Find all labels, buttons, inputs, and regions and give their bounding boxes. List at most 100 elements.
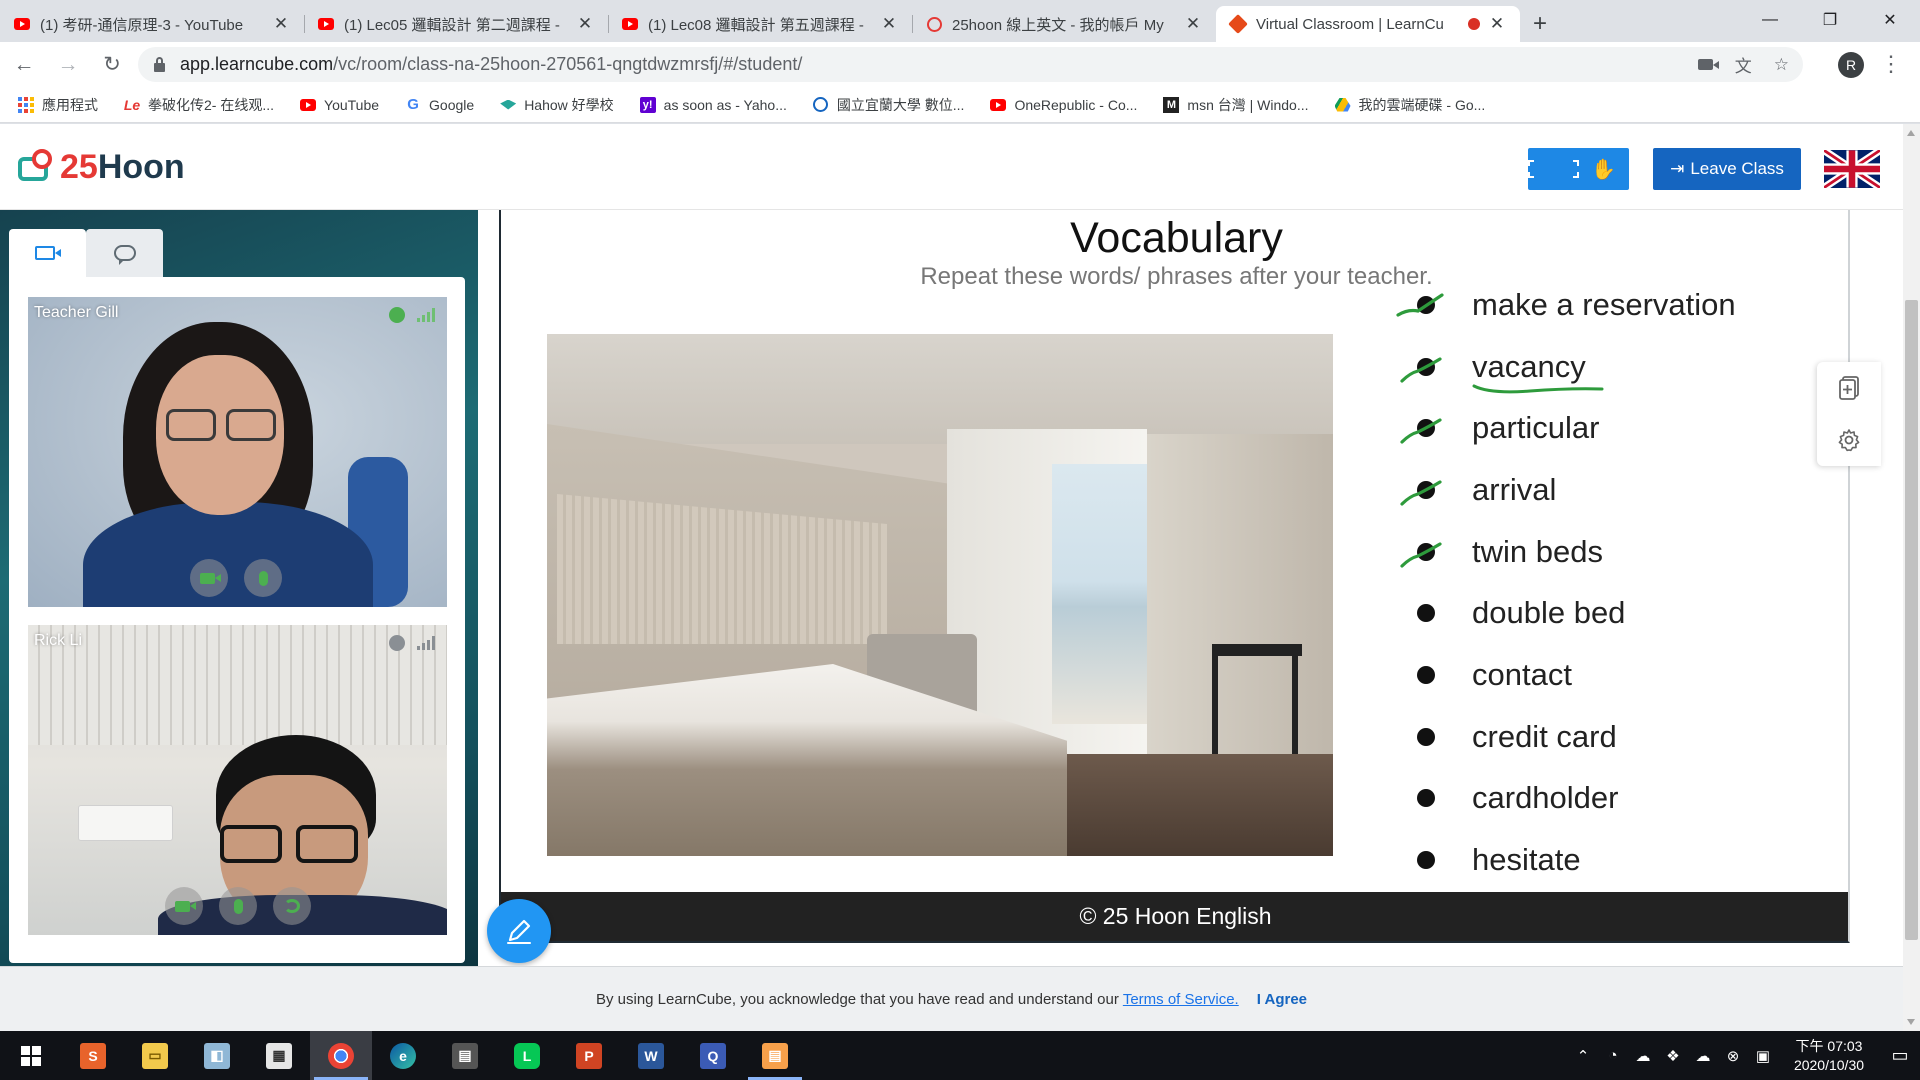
scroll-down-icon[interactable] [1907, 1019, 1915, 1025]
more-menu-icon[interactable]: ⋮ [1880, 50, 1902, 78]
bookmark-item[interactable]: OneRepublic - Co... [990, 97, 1137, 113]
bookmark-item[interactable]: Le 拳破化传2- 在线观... [124, 95, 274, 115]
profile-avatar[interactable]: R [1838, 52, 1864, 78]
taskbar-app[interactable]: Q [682, 1031, 744, 1080]
recording-icon [1468, 18, 1480, 30]
bookmark-item[interactable]: YouTube [300, 97, 379, 113]
reload-icon[interactable]: ↻ [92, 45, 132, 85]
bookmark-item[interactable]: 我的雲端硬碟 - Go... [1334, 95, 1485, 115]
cloud-icon[interactable]: ☁ [1688, 1047, 1718, 1065]
browser-tab[interactable]: 25hoon 線上英文 - 我的帳戶 My ✕ [912, 6, 1216, 42]
25hoon-logo[interactable]: 25Hoon [18, 148, 185, 187]
hahow-icon [500, 97, 517, 113]
tab-chat[interactable] [86, 229, 163, 277]
vocabulary-word: cardholder [1472, 780, 1619, 816]
bookmark-label: msn 台灣 | Windo... [1187, 96, 1309, 113]
browser-tab-active[interactable]: Virtual Classroom | LearnCu ✕ [1216, 6, 1520, 42]
taskbar-app[interactable]: ▤ [744, 1031, 806, 1080]
notification-center-icon[interactable]: ▭ [1880, 1045, 1920, 1066]
taskbar-app[interactable]: ▤ [434, 1031, 496, 1080]
lesson-slide[interactable]: Vocabulary Repeat these words/ phrases a… [499, 210, 1850, 943]
address-bar[interactable]: app.learncube.com/vc/room/class-na-25hoo… [138, 47, 1803, 82]
taskbar-app[interactable]: P [558, 1031, 620, 1080]
scroll-thumb[interactable] [1905, 300, 1918, 940]
onedrive-icon[interactable]: ☁ [1628, 1047, 1658, 1065]
settings-gear-icon[interactable] [1836, 427, 1862, 453]
browser-tab[interactable]: (1) 考研-通信原理-3 - YouTube ✕ [0, 6, 304, 42]
notes-app-icon: ◧ [204, 1042, 230, 1069]
vocabulary-item: particular [1400, 397, 1836, 459]
close-icon[interactable]: ✕ [272, 14, 290, 34]
taskbar-app[interactable]: S [62, 1031, 124, 1080]
add-slide-icon[interactable] [1836, 375, 1862, 401]
sidebar-tabs [9, 229, 163, 277]
ceiling-shape [28, 625, 447, 745]
wifi-icon[interactable]: ◔ [1598, 1047, 1628, 1064]
system-tray: ⌃ ◔ ☁ ❖ ☁ ⊗ ▣ 下午 07:03 2020/10/30 ▭ [1568, 1031, 1920, 1080]
vocabulary-item: make a reservation [1396, 274, 1836, 336]
system-clock[interactable]: 下午 07:03 2020/10/30 [1784, 1037, 1874, 1075]
microphone-icon [258, 570, 268, 586]
raise-hand-button[interactable]: ✋ [1579, 148, 1630, 190]
participant-name: Teacher Gill [34, 304, 119, 321]
student-video-feed: Rick Li [28, 625, 447, 935]
agree-button[interactable]: I Agree [1257, 991, 1307, 1008]
page-scrollbar[interactable] [1903, 124, 1920, 1031]
bookmark-item[interactable]: Hahow 好學校 [500, 95, 614, 115]
leave-class-button[interactable]: ⇥ Leave Class [1653, 148, 1801, 190]
app-header: 25Hoon ✋ ⇥ Leave Class [0, 124, 1903, 210]
muted-icon[interactable]: ⊗ [1718, 1047, 1748, 1065]
translate-icon[interactable]: ⽂ [1735, 52, 1752, 77]
taskbar-app[interactable]: ▭ [124, 1031, 186, 1080]
annotate-button[interactable] [487, 899, 551, 963]
taskbar-app[interactable]: W [620, 1031, 682, 1080]
browser-tab[interactable]: (1) Lec05 邏輯設計 第二週課程 - ✕ [304, 6, 608, 42]
close-icon[interactable]: ✕ [576, 14, 594, 34]
fullscreen-button[interactable] [1528, 148, 1579, 190]
lock-icon[interactable] [154, 56, 165, 72]
vocabulary-item: arrival [1400, 459, 1836, 521]
start-button[interactable] [0, 1031, 62, 1080]
taskbar-app[interactable]: ◧ [186, 1031, 248, 1080]
taskbar-app[interactable]: e [372, 1031, 434, 1080]
input-method-icon[interactable]: ▣ [1748, 1047, 1778, 1065]
browser-tab[interactable]: (1) Lec08 邏輯設計 第五週課程 - ✕ [608, 6, 912, 42]
mic-toggle-button[interactable] [244, 559, 282, 597]
bookmark-item[interactable]: 應用程式 [18, 95, 98, 115]
chevron-up-icon[interactable]: ⌃ [1568, 1047, 1598, 1065]
taskbar-app[interactable]: L [496, 1031, 558, 1080]
bookmark-item[interactable]: 國立宜蘭大學 數位... [813, 95, 964, 115]
close-icon[interactable]: ✕ [880, 14, 898, 34]
close-icon[interactable]: ✕ [1488, 14, 1506, 34]
dropbox-icon[interactable]: ❖ [1658, 1047, 1688, 1065]
forward-arrow-icon[interactable]: → [48, 45, 88, 85]
minimize-icon[interactable]: — [1740, 0, 1800, 40]
bookmark-item[interactable]: y! as soon as - Yaho... [639, 96, 787, 113]
scroll-up-icon[interactable] [1907, 130, 1915, 136]
switch-camera-button[interactable] [273, 887, 311, 925]
new-tab-button[interactable]: + [1520, 6, 1560, 42]
balcony-view-shape [1052, 464, 1147, 724]
bookmark-item[interactable]: G Google [405, 96, 474, 113]
restore-icon[interactable]: ❐ [1800, 0, 1860, 40]
terms-of-service-link[interactable]: Terms of Service. [1123, 991, 1239, 1008]
back-arrow-icon[interactable]: ← [4, 45, 44, 85]
close-icon[interactable]: ✕ [1184, 14, 1202, 34]
edge-icon: e [390, 1042, 416, 1069]
camera-toggle-button[interactable] [165, 887, 203, 925]
tab-video[interactable] [9, 229, 86, 277]
camera-in-use-icon[interactable] [1697, 59, 1719, 70]
switch-camera-icon [284, 899, 300, 913]
bookmark-item[interactable]: Mmsn 台灣 | Windo... [1163, 95, 1309, 115]
bookmark-star-icon[interactable]: ☆ [1774, 55, 1789, 75]
uk-flag-icon[interactable] [1824, 150, 1880, 188]
word-icon: W [638, 1042, 664, 1069]
taskbar-app-chrome[interactable] [310, 1031, 372, 1080]
close-window-icon[interactable]: ✕ [1860, 0, 1920, 40]
hotel-room-photo [547, 334, 1333, 856]
camera-toggle-button[interactable] [190, 559, 228, 597]
file-explorer-icon: ▭ [142, 1042, 168, 1069]
mic-toggle-button[interactable] [219, 887, 257, 925]
video-camera-icon [34, 246, 61, 260]
taskbar-app[interactable]: ▦ [248, 1031, 310, 1080]
